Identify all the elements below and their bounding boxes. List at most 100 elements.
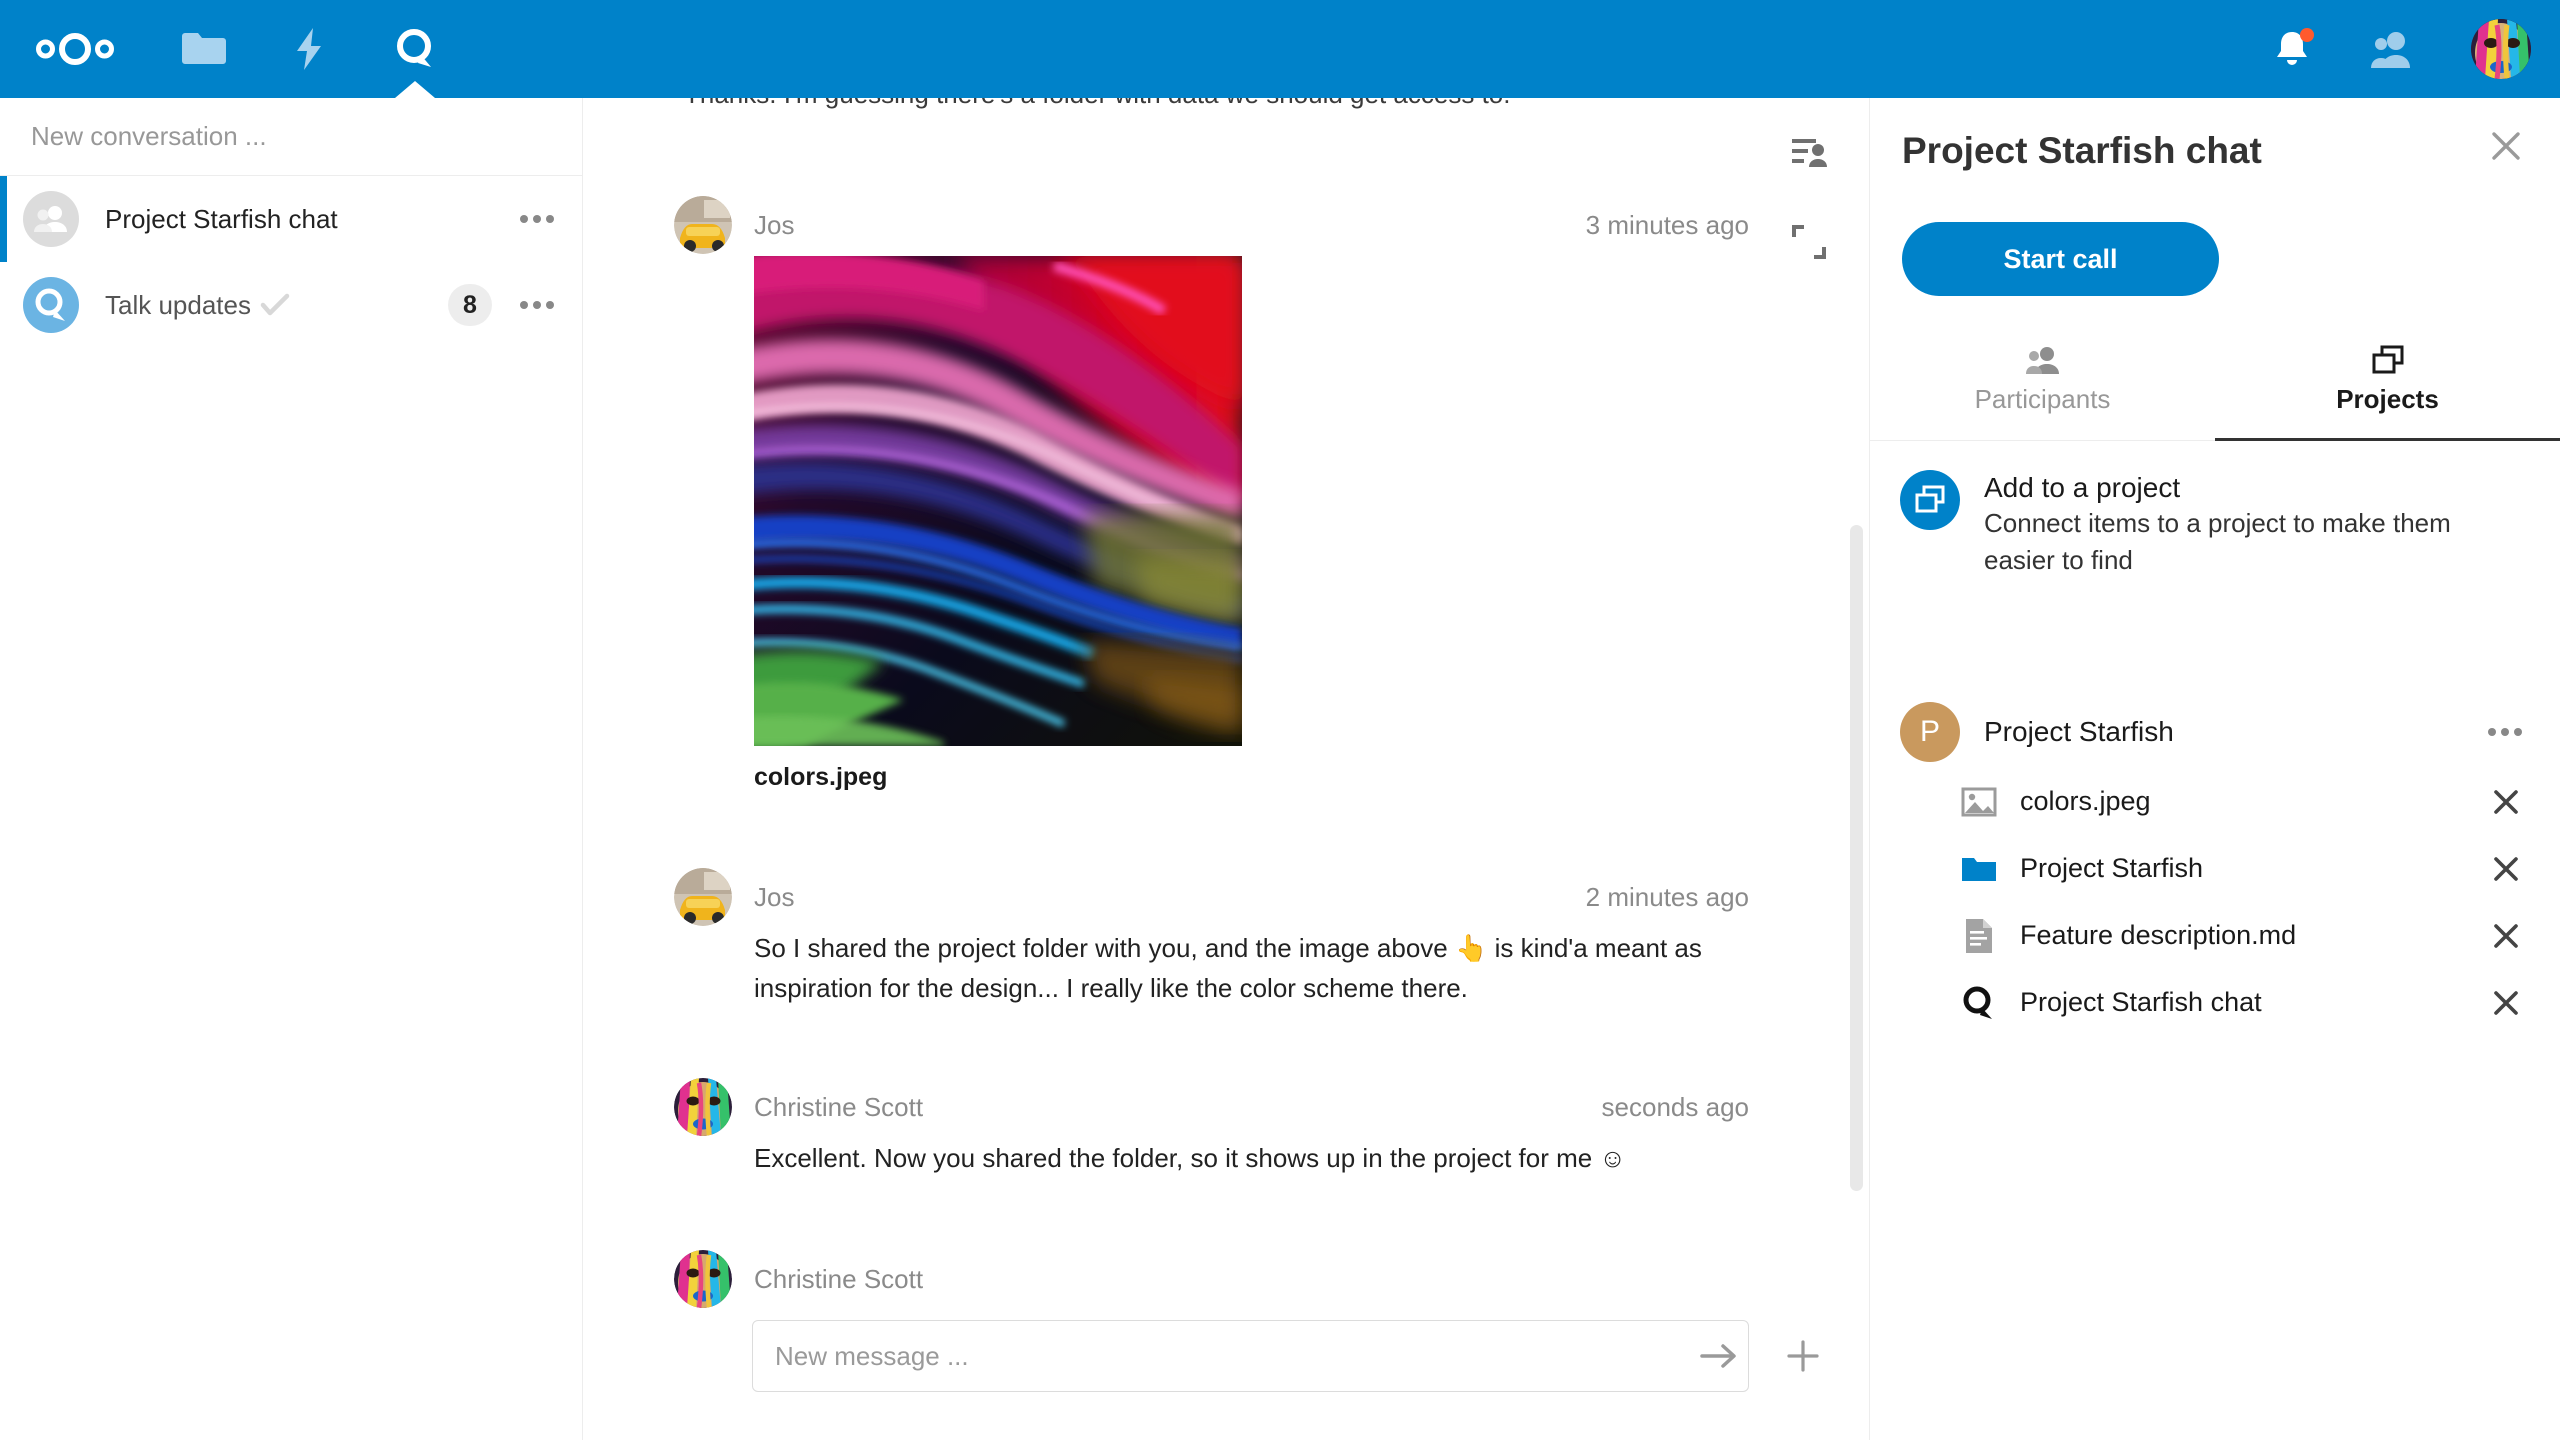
attach-button[interactable]	[1777, 1330, 1829, 1382]
contacts-button[interactable]	[2342, 0, 2442, 98]
unread-badge: 8	[448, 284, 492, 326]
remove-item-button[interactable]	[2484, 780, 2528, 824]
close-sidebar-button[interactable]	[2482, 122, 2530, 170]
sidebar-item-project-starfish-chat[interactable]: Project Starfish chat	[0, 176, 582, 262]
christine-avatar-image	[674, 1250, 732, 1308]
talk-icon	[1960, 984, 1998, 1022]
remove-item-button[interactable]	[2484, 847, 2528, 891]
avatar	[2471, 19, 2531, 79]
lightning-icon	[297, 28, 321, 70]
expand-icon-glyph	[1792, 225, 1826, 259]
projects-icon	[1915, 485, 1945, 513]
talk-icon-glyph	[1963, 986, 1992, 1019]
cutoff-message-text: Thanks. I'm guessing there's a folder wi…	[684, 98, 1510, 114]
text-file-icon-glyph	[1966, 918, 1992, 953]
chat-message-list: Thanks. I'm guessing there's a folder wi…	[584, 98, 1869, 1338]
remove-item-button[interactable]	[2484, 914, 2528, 958]
app-icon-files[interactable]	[150, 0, 256, 98]
new-conversation-input[interactable]	[0, 98, 582, 176]
image-file-icon	[1960, 783, 1998, 821]
projects-icon	[2372, 345, 2403, 374]
conversation-actions-button[interactable]	[514, 196, 560, 242]
message-group-3: Christine Scott seconds ago Excellent. N…	[584, 1076, 1869, 1178]
message-text: So I shared the project folder with you,…	[754, 933, 1702, 1004]
talk-icon	[397, 29, 431, 67]
list-item-label: Project Starfish	[2020, 853, 2204, 883]
app-icon-activity[interactable]	[256, 0, 362, 98]
tab-label: Projects	[2336, 384, 2439, 414]
expand-icon[interactable]	[1792, 225, 1826, 264]
add-to-project-row[interactable]: Add to a project Connect items to a proj…	[1870, 470, 2560, 579]
chat-panel: Thanks. I'm guessing there's a folder wi…	[584, 98, 1870, 1440]
add-to-project-text: Add to a project Connect items to a proj…	[1984, 470, 2524, 579]
attachment-image-colors-jpeg[interactable]	[754, 256, 1242, 746]
colors-jpeg-preview	[754, 256, 1242, 746]
participants-details-icon[interactable]	[1790, 136, 1828, 177]
participants-icon	[2025, 347, 2059, 374]
close-icon	[2494, 856, 2518, 881]
close-icon	[2494, 923, 2518, 948]
conversations-sidebar: Project Starfish chat Talk updates 8	[0, 98, 583, 1440]
message-attachment[interactable]: colors.jpeg	[584, 256, 1869, 792]
contacts-icon	[2371, 32, 2410, 68]
project-actions-button[interactable]	[2482, 709, 2528, 755]
nextcloud-logo[interactable]	[0, 0, 150, 98]
avatar	[674, 196, 732, 254]
attachment-filename: colors.jpeg	[754, 763, 888, 791]
tab-participants[interactable]: Participants	[1870, 320, 2215, 440]
arrow-right-icon	[1700, 1344, 1736, 1368]
user-avatar-image	[2471, 19, 2531, 79]
group-avatar	[23, 191, 79, 247]
tab-label: Participants	[1974, 384, 2111, 414]
text-file-icon	[1960, 917, 1998, 955]
close-icon	[2494, 789, 2518, 814]
list-item[interactable]: Feature description.md	[1870, 902, 2560, 969]
list-item[interactable]: colors.jpeg	[1870, 768, 2560, 835]
list-item[interactable]: Project Starfish	[1870, 835, 2560, 902]
message-header: Christine Scott seconds ago	[584, 1076, 1869, 1138]
tab-projects[interactable]: Projects	[2215, 320, 2560, 441]
message-header: Christine Scott	[584, 1248, 1869, 1310]
plus-icon	[1787, 1340, 1819, 1372]
message-text: Excellent. Now you shared the folder, so…	[754, 1143, 1626, 1173]
avatar	[674, 1078, 732, 1136]
page-title: Project Starfish chat	[1902, 130, 2262, 171]
project-header-row[interactable]: P Project Starfish	[1870, 702, 2560, 762]
app-icon-talk[interactable]	[362, 0, 468, 98]
verified-check-icon	[260, 293, 290, 316]
folder-icon	[182, 33, 226, 64]
message-group-1: Jos 3 minutes ago colors.jpeg	[584, 194, 1869, 792]
add-to-project-icon	[1900, 470, 1960, 530]
send-button[interactable]	[1695, 1332, 1743, 1380]
sidebar-tabs: Participants Projects	[1870, 320, 2560, 441]
remove-item-button[interactable]	[2484, 981, 2528, 1025]
message-author: Jos	[754, 881, 795, 912]
group-icon	[34, 206, 67, 232]
project-name: Project Starfish	[1984, 716, 2174, 747]
folder-icon	[1960, 850, 1998, 888]
message-composer	[584, 1320, 1869, 1392]
chat-scrollbar[interactable]	[1850, 525, 1863, 1191]
message-time: seconds ago	[1601, 1091, 1749, 1122]
close-icon	[2494, 990, 2518, 1015]
notifications-button[interactable]	[2242, 0, 2342, 98]
start-call-button[interactable]: Start call	[1902, 222, 2219, 296]
avatar	[674, 1250, 732, 1308]
app-header	[0, 0, 2560, 98]
user-menu-button[interactable]	[2442, 0, 2560, 98]
list-item[interactable]: Project Starfish chat	[1870, 969, 2560, 1036]
new-message-input[interactable]	[752, 1320, 1749, 1392]
sidebar-item-talk-updates[interactable]: Talk updates 8	[0, 262, 582, 348]
add-to-project-subtitle: Connect items to a project to make them …	[1984, 508, 2451, 575]
folder-icon-glyph	[1962, 857, 1996, 881]
details-sidebar: Project Starfish chat Start call Partici…	[1870, 98, 2560, 1440]
christine-avatar-image	[674, 1078, 732, 1136]
list-item-label: Project Starfish chat	[2020, 987, 2262, 1017]
jos-avatar-image	[674, 196, 732, 254]
project-items-list: colors.jpeg Project Starfish Feature des…	[1870, 768, 2560, 1036]
list-item-label: colors.jpeg	[2020, 786, 2151, 816]
chat-top-actions	[1769, 98, 1849, 264]
conversation-name: Project Starfish chat	[105, 203, 338, 234]
conversation-actions-button[interactable]	[514, 282, 560, 328]
list-item-label: Feature description.md	[2020, 920, 2297, 950]
